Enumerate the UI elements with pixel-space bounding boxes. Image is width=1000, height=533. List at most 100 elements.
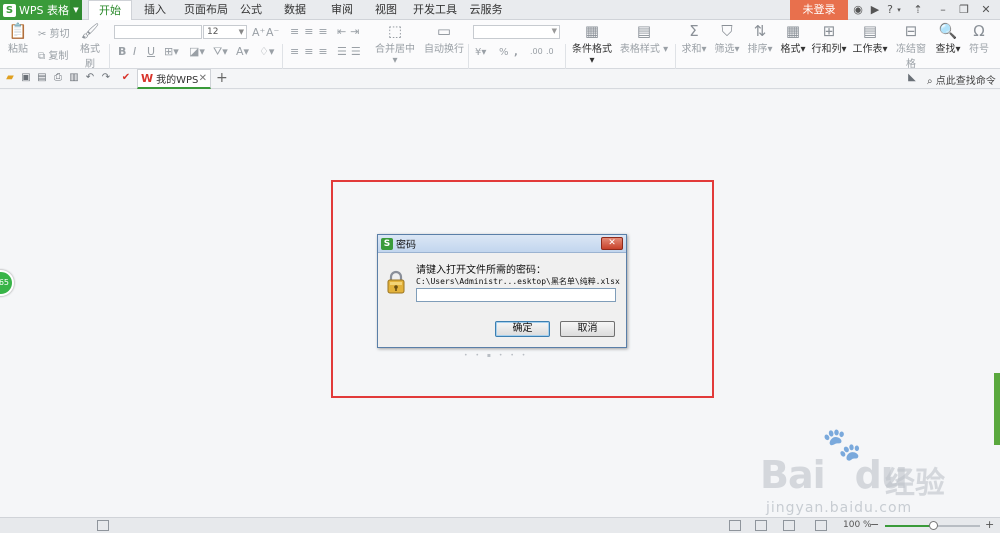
share-icon[interactable]: ▶ <box>868 3 882 17</box>
print-icon[interactable]: ⎙ <box>52 72 64 84</box>
close-icon[interactable]: ✕ <box>199 73 207 84</box>
format-button[interactable]: ▦ 格式▾ <box>779 23 807 56</box>
decrease-decimal-button[interactable]: .0 <box>546 47 554 56</box>
sum-button[interactable]: Σ 求和▾ <box>680 23 708 56</box>
side-badge[interactable]: 65 <box>0 270 14 296</box>
scissors-icon: ✂ <box>38 29 47 40</box>
restore-ribbon-icon[interactable]: ⇡ <box>912 3 924 17</box>
normal-view-icon[interactable] <box>729 520 741 531</box>
font-name-select[interactable] <box>114 25 202 39</box>
merge-center-button[interactable]: ⬚ 合并居中 ▾ <box>373 23 417 67</box>
search-icon: 🔍 <box>938 22 958 40</box>
increase-decimal-button[interactable]: .00 <box>530 47 543 56</box>
password-dialog: S 密码 ✕ 请键入打开文件所需的密码： C:\Users\Administr.… <box>377 234 627 348</box>
border-icon[interactable]: ⊞▾ <box>164 45 179 58</box>
indent-icons[interactable]: ⇤⇥ <box>337 25 363 38</box>
copy-button[interactable]: ⧉ 复制 <box>38 47 68 62</box>
undo-icon[interactable]: ↶ <box>84 72 96 84</box>
wrap-text-button[interactable]: ▭ 自动换行 <box>424 23 464 56</box>
thousands-button[interactable]: , <box>514 47 518 58</box>
find-button[interactable]: 🔍 查找▾ <box>934 22 962 56</box>
paint-bucket-icon[interactable]: ⛛▾ <box>213 45 228 59</box>
app-menu-button[interactable]: S WPS 表格 ▼ <box>0 0 82 20</box>
print-preview-icon[interactable]: ▥ <box>68 72 80 84</box>
worksheet-icon: ▤ <box>862 22 878 40</box>
reading-mode-icon[interactable] <box>815 520 827 531</box>
zoom-slider-fill <box>885 525 933 527</box>
font-size-select[interactable]: 12 ▼ <box>203 25 247 39</box>
bold-button[interactable]: B <box>118 45 126 58</box>
tab-home[interactable]: 开始 <box>88 0 132 21</box>
currency-button[interactable]: ¥▾ <box>475 47 486 58</box>
close-icon[interactable]: ✕ <box>601 237 623 250</box>
italic-button[interactable]: I <box>133 45 136 58</box>
sort-button[interactable]: ⇅ 排序▾ <box>746 22 774 56</box>
save-as-icon[interactable]: ▤ <box>36 72 48 84</box>
zoom-in-icon[interactable]: + <box>985 518 994 531</box>
page-break-view-icon[interactable] <box>783 520 795 531</box>
format-painter-button[interactable]: 🖌 格式刷 <box>76 23 104 71</box>
vertical-align-icons[interactable]: ≡≡≡ <box>290 25 333 38</box>
font-grow-icon[interactable]: A⁺ <box>252 26 265 39</box>
quick-access-bar: ▰ ▣ ▤ ⎙ ▥ ↶ ↷ ✔ W 我的WPS ✕ + ◣ ⌕ 点此查找命令 <box>0 69 1000 89</box>
ok-button[interactable]: 确定 <box>495 321 550 337</box>
status-bar: 100 % − + <box>0 517 1000 533</box>
close-icon[interactable]: ✕ <box>980 3 992 17</box>
maximize-icon[interactable]: ❐ <box>958 3 970 17</box>
zoom-slider-handle[interactable] <box>928 521 938 530</box>
underline-button[interactable]: U <box>147 45 155 58</box>
symbol-button[interactable]: Ω 符号 <box>966 22 992 56</box>
zoom-out-icon[interactable]: − <box>870 518 879 531</box>
help-icon[interactable]: ? <box>885 3 895 17</box>
justify-icons[interactable]: ☰☰ <box>337 45 365 58</box>
doc-tab-my-wps[interactable]: W 我的WPS ✕ <box>137 69 211 89</box>
customize-toolbar-icon[interactable]: ✔ <box>120 72 132 84</box>
filter-button[interactable]: ⛉ 筛选▾ <box>713 23 741 56</box>
clear-format-icon[interactable]: ♢▾ <box>259 45 274 58</box>
zoom-slider[interactable] <box>885 521 980 530</box>
lock-icon <box>387 270 405 294</box>
table-style-button[interactable]: ▤ 表格样式 ▾ <box>619 23 669 56</box>
font-color-icon[interactable]: A▾ <box>236 45 249 58</box>
tab-review[interactable]: 审阅 <box>327 0 357 20</box>
fill-color-icon[interactable]: ◪▾ <box>189 45 205 58</box>
save-icon[interactable]: ▣ <box>20 72 32 84</box>
tab-cloud[interactable]: 云服务 <box>465 0 507 20</box>
cut-button[interactable]: ✂ 剪切 <box>38 25 70 40</box>
tab-developer[interactable]: 开发工具 <box>411 0 459 20</box>
open-folder-icon[interactable]: ▰ <box>4 72 16 84</box>
skin-icon[interactable]: ◉ <box>852 3 864 17</box>
sort-icon: ⇅ <box>753 22 767 40</box>
tab-insert[interactable]: 插入 <box>136 0 174 20</box>
tab-formula[interactable]: 公式 <box>236 0 266 20</box>
dialog-title-bar[interactable]: S 密码 ✕ <box>378 235 626 253</box>
paste-button[interactable]: 📋 粘贴 <box>6 23 30 56</box>
side-panel-handle[interactable] <box>994 373 1000 445</box>
freeze-panes-button[interactable]: ⊟ 冻结窗格 <box>893 23 929 71</box>
redo-icon[interactable]: ↷ <box>100 72 112 84</box>
ribbon-toolbar: 📋 粘贴 ✂ 剪切 ⧉ 复制 🖌 格式刷 12 ▼ A⁺ A⁻ B I U ⊞▾ … <box>0 20 1000 86</box>
page-layout-view-icon[interactable] <box>755 520 767 531</box>
add-tab-icon[interactable]: + <box>216 70 228 86</box>
worksheet-button[interactable]: ▤ 工作表▾ <box>851 22 889 56</box>
horizontal-align-icons[interactable]: ≡≡≡ <box>290 45 333 58</box>
pin-icon[interactable]: ◣ <box>906 72 918 84</box>
login-button[interactable]: 未登录 <box>790 0 848 20</box>
omega-icon: Ω <box>973 22 985 40</box>
percent-button[interactable]: % <box>499 47 509 58</box>
tab-data[interactable]: 数据 <box>280 0 310 20</box>
chevron-down-icon: ▼ <box>238 28 244 36</box>
minimize-icon[interactable]: – <box>937 3 949 17</box>
font-shrink-icon[interactable]: A⁻ <box>266 26 279 39</box>
row-col-button[interactable]: ⊞ 行和列▾ <box>811 23 847 56</box>
chevron-down-icon[interactable]: ▾ <box>896 3 902 17</box>
conditional-format-button[interactable]: ▦ 条件格式 ▾ <box>569 23 615 67</box>
tab-page-layout[interactable]: 页面布局 <box>178 0 234 20</box>
chevron-down-icon[interactable]: ▼ <box>70 0 82 20</box>
password-input[interactable] <box>416 288 616 302</box>
find-command-button[interactable]: ⌕ 点此查找命令 <box>927 72 996 87</box>
cancel-button[interactable]: 取消 <box>560 321 615 337</box>
number-format-select[interactable]: ▼ <box>473 25 560 39</box>
tab-view[interactable]: 视图 <box>371 0 401 20</box>
sheet-status-icon[interactable] <box>97 520 109 531</box>
